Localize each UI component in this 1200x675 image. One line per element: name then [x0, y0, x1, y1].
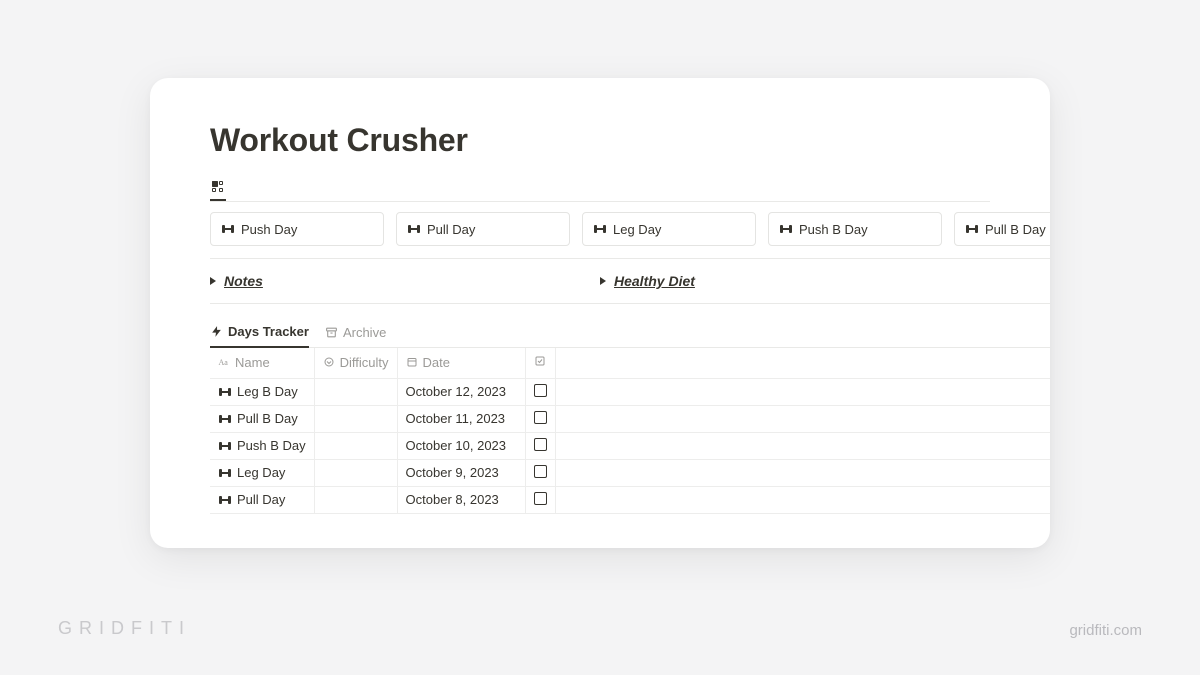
gallery-card-leg-day[interactable]: Leg Day [582, 212, 756, 246]
dumbbell-icon [965, 224, 979, 234]
cell-name[interactable]: Push B Day [210, 432, 314, 459]
gallery-card-label: Push Day [241, 222, 297, 237]
dumbbell-icon [218, 495, 232, 505]
cell-checkbox[interactable] [525, 459, 555, 486]
triangle-right-icon [600, 277, 606, 285]
row-name: Pull Day [237, 492, 285, 507]
cell-checkbox[interactable] [525, 432, 555, 459]
cell-date[interactable]: October 9, 2023 [397, 459, 525, 486]
tab-label: Days Tracker [228, 324, 309, 339]
days-tracker-table: Aa Name Difficulty Date [210, 348, 1050, 514]
gallery-card-pull-day[interactable]: Pull Day [396, 212, 570, 246]
dumbbell-icon [218, 441, 232, 451]
notion-card: Workout Crusher Push Day Pull Day Leg Da… [150, 78, 1050, 548]
cell-difficulty[interactable] [314, 405, 397, 432]
cell-empty [555, 459, 1050, 486]
cell-date[interactable]: October 8, 2023 [397, 486, 525, 513]
column-header-date[interactable]: Date [397, 348, 525, 378]
toggles-row: Notes Healthy Diet [150, 273, 1050, 289]
archive-icon [325, 326, 338, 339]
tab-days-tracker[interactable]: Days Tracker [210, 318, 309, 348]
view-tabs [210, 177, 990, 202]
column-header-empty [555, 348, 1050, 378]
row-name: Pull B Day [237, 411, 298, 426]
table-row[interactable]: Push B Day October 10, 2023 [210, 432, 1050, 459]
cell-name[interactable]: Pull Day [210, 486, 314, 513]
cell-empty [555, 486, 1050, 513]
gallery-card-label: Leg Day [613, 222, 661, 237]
gallery-card-pull-b-day[interactable]: Pull B Day [954, 212, 1050, 246]
cell-difficulty[interactable] [314, 459, 397, 486]
gallery-card-push-day[interactable]: Push Day [210, 212, 384, 246]
toggle-healthy-diet[interactable]: Healthy Diet [600, 273, 990, 289]
divider [210, 303, 1050, 304]
gallery-card-push-b-day[interactable]: Push B Day [768, 212, 942, 246]
row-name: Leg Day [237, 465, 285, 480]
tab-archive[interactable]: Archive [325, 319, 386, 347]
svg-text:Aa: Aa [219, 358, 229, 367]
dumbbell-icon [218, 414, 232, 424]
toggle-label: Notes [224, 273, 263, 289]
dumbbell-icon [218, 468, 232, 478]
cell-date[interactable]: October 12, 2023 [397, 378, 525, 405]
cell-empty [555, 378, 1050, 405]
triangle-right-icon [210, 277, 216, 285]
gallery-card-label: Pull Day [427, 222, 475, 237]
table-row[interactable]: Pull B Day October 11, 2023 [210, 405, 1050, 432]
cell-empty [555, 405, 1050, 432]
gallery-view-tab[interactable] [210, 177, 226, 201]
dumbbell-icon [593, 224, 607, 234]
cell-date[interactable]: October 11, 2023 [397, 405, 525, 432]
grid-icon [212, 181, 224, 193]
row-name: Leg B Day [237, 384, 298, 399]
cell-name[interactable]: Pull B Day [210, 405, 314, 432]
cell-difficulty[interactable] [314, 378, 397, 405]
toggle-notes[interactable]: Notes [210, 273, 600, 289]
dumbbell-icon [407, 224, 421, 234]
calendar-icon [406, 356, 418, 368]
checkbox-icon [534, 355, 546, 367]
cell-difficulty[interactable] [314, 486, 397, 513]
checkbox[interactable] [534, 384, 547, 397]
dumbbell-icon [218, 387, 232, 397]
column-header-name[interactable]: Aa Name [210, 348, 314, 378]
gallery-card-label: Push B Day [799, 222, 868, 237]
table-row[interactable]: Leg Day October 9, 2023 [210, 459, 1050, 486]
checkbox[interactable] [534, 438, 547, 451]
checkbox[interactable] [534, 411, 547, 424]
dumbbell-icon [779, 224, 793, 234]
cell-name[interactable]: Leg B Day [210, 378, 314, 405]
lightning-icon [210, 325, 223, 338]
tab-label: Archive [343, 325, 386, 340]
checkbox[interactable] [534, 465, 547, 478]
cell-empty [555, 432, 1050, 459]
database-tabs: Days Tracker Archive [210, 318, 1050, 348]
divider [210, 258, 1050, 259]
toggle-label: Healthy Diet [614, 273, 695, 289]
cell-checkbox[interactable] [525, 405, 555, 432]
table-row[interactable]: Leg B Day October 12, 2023 [210, 378, 1050, 405]
cell-name[interactable]: Leg Day [210, 459, 314, 486]
text-icon: Aa [218, 356, 230, 368]
gallery-row: Push Day Pull Day Leg Day Push B Day Pul… [150, 212, 1050, 246]
column-header-difficulty[interactable]: Difficulty [314, 348, 397, 378]
cell-checkbox[interactable] [525, 378, 555, 405]
cell-checkbox[interactable] [525, 486, 555, 513]
select-icon [323, 356, 335, 368]
watermark-logo: GRIDFITI [58, 618, 191, 639]
cell-date[interactable]: October 10, 2023 [397, 432, 525, 459]
gallery-card-label: Pull B Day [985, 222, 1046, 237]
page-title: Workout Crusher [150, 122, 1050, 159]
watermark-url: gridfiti.com [1069, 622, 1142, 639]
column-header-checkbox[interactable] [525, 348, 555, 378]
row-name: Push B Day [237, 438, 306, 453]
cell-difficulty[interactable] [314, 432, 397, 459]
dumbbell-icon [221, 224, 235, 234]
checkbox[interactable] [534, 492, 547, 505]
table-row[interactable]: Pull Day October 8, 2023 [210, 486, 1050, 513]
